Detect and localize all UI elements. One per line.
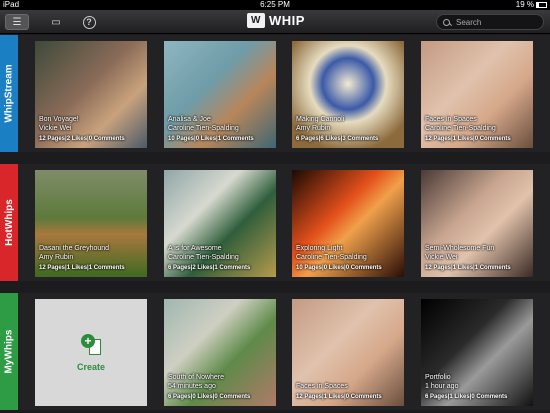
status-bar: iPad 6:25 PM 19 % xyxy=(0,0,550,10)
section-tab-hotwhips[interactable]: HotWhips xyxy=(0,164,18,281)
tile-author: Caroline Tien-Spalding xyxy=(168,125,239,132)
battery-icon xyxy=(536,2,547,8)
speech-bubble-icon: ▭ xyxy=(51,16,61,28)
tile-timestamp: 54 minutes ago xyxy=(168,383,216,390)
tile-author: Vickie Wei xyxy=(39,125,72,132)
battery-percent: 19 % xyxy=(515,0,534,9)
app-name: WHIP xyxy=(269,13,305,28)
tile-title: Dasani the Greyhound xyxy=(39,245,110,252)
section-tab-mywhips[interactable]: MyWhips xyxy=(0,293,18,410)
tile-author: Vickie Wei xyxy=(425,254,458,261)
section-tab-label: MyWhips xyxy=(3,329,15,374)
tile-caption: Portfolio 1 hour ago 6 Pages|1 Likes|0 Com… xyxy=(425,373,507,402)
tile-timestamp: 1 hour ago xyxy=(425,383,459,390)
section-tab-label: WhipStream xyxy=(3,64,15,123)
tile-caption: Analisa & Joe Caroline Tien-Spalding 10 Pa… xyxy=(168,115,254,144)
section-hotwhips: HotWhips Dasani the Greyhound Amy Rubin 12 … xyxy=(0,164,550,281)
create-icon: + xyxy=(81,333,101,356)
tile-title: Faces in Spaces xyxy=(425,116,477,123)
whip-tile[interactable]: Semi-Wholesome Fun Vickie Wei 12 Pages|1 L… xyxy=(421,170,533,277)
create-whip-button[interactable]: + Create xyxy=(35,299,147,406)
tile-stats: 6 Pages|1 Likes|0 Comments xyxy=(425,394,508,400)
tile-author: Amy Rubin xyxy=(39,254,74,261)
section-mywhips: MyWhips + Create South of Nowhere 54 minutes… xyxy=(0,293,550,410)
tile-caption: Exploring Light Caroline Tien-Spalding 10 … xyxy=(296,244,382,273)
tile-stats: 12 Pages|1 Likes|1 Comments xyxy=(39,265,125,271)
tile-stats: 10 Pages|0 Likes|0 Comments xyxy=(296,265,382,271)
search-input[interactable]: Search xyxy=(436,14,544,30)
tile-title: Semi-Wholesome Fun xyxy=(425,245,495,252)
whip-tile[interactable]: A is for Awesome Caroline Tien-Spalding 6 … xyxy=(164,170,276,277)
tile-stats: 6 Pages|6 Likes|3 Comments xyxy=(296,136,379,142)
tile-stats: 12 Pages|1 Likes|0 Comments xyxy=(425,136,511,142)
tile-caption: Semi-Wholesome Fun Vickie Wei 12 Pages|1 L… xyxy=(425,244,511,273)
whip-tile[interactable]: Making Cannoli Amy Rubin 6 Pages|6 Likes|3… xyxy=(292,41,404,148)
top-toolbar: ☰ ▭ ? W WHIP Search xyxy=(0,10,550,34)
search-placeholder: Search xyxy=(456,17,482,27)
tile-title: Bon Voyage! xyxy=(39,116,79,123)
whip-tile[interactable]: Analisa & Joe Caroline Tien-Spalding 10 Pa… xyxy=(164,41,276,148)
tile-title: Faces in Spaces xyxy=(296,383,348,390)
search-icon xyxy=(443,18,450,26)
section-tab-label: HotWhips xyxy=(3,199,15,246)
whip-tile[interactable]: Exploring Light Caroline Tien-Spalding 10 … xyxy=(292,170,404,277)
tile-stats: 12 Pages|1 Likes|1 Comments xyxy=(425,265,511,271)
tile-author: Caroline Tien-Spalding xyxy=(296,254,367,261)
tile-caption: Dasani the Greyhound Amy Rubin 12 Pages|1 … xyxy=(39,244,125,273)
tile-stats: 12 Pages|1 Likes|0 Comments xyxy=(296,394,382,400)
clock: 6:25 PM xyxy=(260,0,290,9)
tile-title: Portfolio xyxy=(425,374,451,381)
whip-tile[interactable]: Faces in Spaces 12 Pages|1 Likes|0 Commen… xyxy=(292,299,404,406)
tile-caption: South of Nowhere 54 minutes ago 6 Pages|0 … xyxy=(168,373,250,402)
tile-title: A is for Awesome xyxy=(168,245,222,252)
tile-caption: Making Cannoli Amy Rubin 6 Pages|6 Likes|3… xyxy=(296,115,378,144)
whip-tile[interactable]: South of Nowhere 54 minutes ago 6 Pages|0 … xyxy=(164,299,276,406)
section-whipstream: WhipStream Bon Voyage! Vickie Wei 12 Pages|… xyxy=(0,35,550,152)
tile-caption: Faces in Spaces 12 Pages|1 Likes|0 Commen… xyxy=(296,382,382,402)
list-view-button[interactable]: ☰ xyxy=(5,14,29,30)
tile-author: Amy Rubin xyxy=(296,125,331,132)
tile-author: Caroline Tien-Spalding xyxy=(425,125,496,132)
comments-button[interactable]: ▭ xyxy=(47,14,65,30)
create-label: Create xyxy=(76,361,105,372)
app-logo: W WHIP xyxy=(247,13,305,28)
help-icon: ? xyxy=(82,15,96,29)
tile-caption: Bon Voyage! Vickie Wei 12 Pages|2 Likes|0 … xyxy=(39,115,125,144)
whip-tile[interactable]: Dasani the Greyhound Amy Rubin 12 Pages|1 … xyxy=(35,170,147,277)
tile-caption: A is for Awesome Caroline Tien-Spalding 6 … xyxy=(168,244,250,273)
tile-stats: 6 Pages|0 Likes|0 Comments xyxy=(168,394,251,400)
tile-author: Caroline Tien-Spalding xyxy=(168,254,239,261)
list-icon: ☰ xyxy=(12,16,22,28)
whip-tile[interactable]: Faces in Spaces Caroline Tien-Spalding 12 … xyxy=(421,41,533,148)
tile-title: Making Cannoli xyxy=(296,116,345,123)
tile-title: Analisa & Joe xyxy=(168,116,211,123)
help-button[interactable]: ? xyxy=(80,14,98,30)
tile-stats: 12 Pages|2 Likes|0 Comments xyxy=(39,136,125,142)
whip-tile[interactable]: Portfolio 1 hour ago 6 Pages|1 Likes|0 Com… xyxy=(421,299,533,406)
tile-stats: 6 Pages|2 Likes|1 Comments xyxy=(168,265,251,271)
tile-title: Exploring Light xyxy=(296,245,343,252)
tile-stats: 10 Pages|0 Likes|1 Comments xyxy=(168,136,254,142)
whip-logo-icon: W xyxy=(247,13,265,28)
section-tab-whipstream[interactable]: WhipStream xyxy=(0,35,18,152)
whip-tile[interactable]: Bon Voyage! Vickie Wei 12 Pages|2 Likes|0 … xyxy=(35,41,147,148)
tile-title: South of Nowhere xyxy=(168,374,225,381)
tile-caption: Faces in Spaces Caroline Tien-Spalding 12 … xyxy=(425,115,511,144)
